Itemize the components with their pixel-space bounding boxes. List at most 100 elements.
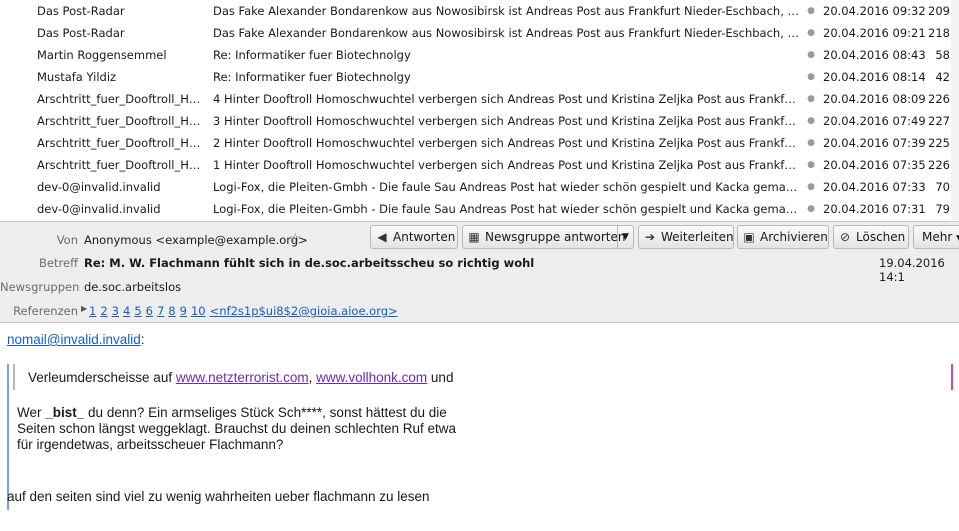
message-row[interactable]: Martin Roggensemmel Re: Informatiker fue…: [0, 44, 959, 66]
message-row[interactable]: Mustafa Yildiz Re: Informatiker fuer Bio…: [0, 66, 959, 88]
message-subject: Logi-Fox, die Pleiten-Gmbh - Die faule S…: [213, 202, 803, 216]
message-from: Arschtritt_fuer_Dooftroll_Homoschwuchtel: [37, 136, 202, 150]
archive-button[interactable]: ▣ Archivieren: [737, 225, 829, 249]
message-row[interactable]: Arschtritt_fuer_Dooftroll_Homoschwuchtel…: [0, 88, 959, 110]
reply-newsgroup-label: Newsgruppe antworten: [485, 230, 626, 244]
references-list: 1 2 3 4 5 6 7 8 9 10 <nf2s1p$ui8$2@gioia.aioe.org>: [89, 304, 402, 318]
delete-icon: ⊘: [839, 230, 851, 244]
read-status-icon[interactable]: ●: [806, 198, 816, 220]
message-row[interactable]: Das Post-Radar Das Fake Alexander Bondar…: [0, 22, 959, 44]
message-from: Das Post-Radar: [37, 4, 125, 18]
quote2-separator: ,: [308, 370, 317, 385]
reference-link[interactable]: 1: [89, 304, 96, 318]
quote2-line: Verleumderscheisse auf www.netzterrorist…: [28, 370, 453, 386]
quote1-text-a: Wer: [17, 405, 46, 420]
quote2-suffix: und: [427, 370, 454, 385]
forward-label: Weiterleiten: [661, 230, 734, 244]
message-row[interactable]: dev-0@invalid.invalid Logi-Fox, die Plei…: [0, 176, 959, 198]
message-size: 209: [928, 4, 950, 18]
subject-value: Re: M. W. Flachmann fühlt sich in de.soc…: [84, 256, 535, 270]
message-date: 20.04.2016 07:39: [823, 136, 926, 150]
netzterrorist-link[interactable]: www.netzterrorist.com: [176, 370, 309, 385]
reply-arrow-icon: ◀: [377, 230, 387, 244]
newsgroups-label: Newsgruppen: [0, 280, 80, 294]
read-status-icon[interactable]: ●: [806, 132, 816, 154]
forward-button[interactable]: ➔ Weiterleiten: [638, 225, 734, 249]
delete-label: Löschen: [856, 230, 906, 244]
quote2-prefix: Verleumderscheisse auf: [28, 370, 176, 385]
message-header-pane: Von Anonymous <example@example.org> ☆ ◀ A…: [0, 221, 959, 323]
expand-triangle-icon[interactable]: ▶: [81, 304, 87, 313]
references-label: Referenzen: [13, 304, 78, 318]
message-subject: Re: Informatiker fuer Biotechnolgy: [213, 48, 411, 62]
reference-link[interactable]: 4: [123, 304, 130, 318]
reference-link[interactable]: 2: [100, 304, 107, 318]
reference-link[interactable]: 6: [146, 304, 153, 318]
message-from: Martin Roggensemmel: [37, 48, 167, 62]
newsgroups-value[interactable]: de.soc.arbeitslos: [84, 280, 181, 294]
reference-link[interactable]: 3: [112, 304, 119, 318]
message-size: 70: [935, 180, 950, 194]
reply-text: auf den seiten sind viel zu wenig wahrhe…: [7, 489, 430, 504]
message-date: 20.04.2016 08:09: [823, 92, 926, 106]
message-size: 227: [928, 114, 950, 128]
message-from: dev-0@invalid.invalid: [37, 180, 161, 194]
quote-right-bar: [951, 364, 953, 390]
read-status-icon[interactable]: ●: [806, 176, 816, 198]
reference-link[interactable]: 9: [180, 304, 187, 318]
message-list: Das Post-Radar Das Fake Alexander Bondar…: [0, 0, 959, 220]
message-subject: Das Fake Alexander Bondarenkow aus Nowos…: [213, 26, 803, 40]
quote1-line-1: Wer _bist_ du denn? Ein armseliges Stück…: [17, 405, 447, 421]
message-from: Das Post-Radar: [37, 26, 125, 40]
attribution-suffix: :: [140, 332, 145, 347]
delete-button[interactable]: ⊘ Löschen: [833, 225, 909, 249]
message-date: 20.04.2016 08:43: [823, 48, 926, 62]
read-status-icon[interactable]: ●: [806, 66, 816, 88]
quote1-emphasis: _bist_: [45, 405, 85, 420]
reference-msgid-link[interactable]: <nf2s1p$ui8$2@gioia.aioe.org>: [210, 304, 398, 318]
message-row[interactable]: Arschtritt_fuer_Dooftroll_Homoschwuchtel…: [0, 132, 959, 154]
message-from: dev-0@invalid.invalid: [37, 202, 161, 216]
message-row[interactable]: Das Post-Radar Das Fake Alexander Bondar…: [0, 0, 959, 22]
message-size: 218: [928, 26, 950, 40]
newsgroup-icon: ▦: [468, 230, 480, 244]
message-size: 226: [928, 158, 950, 172]
message-subject: 3 Hinter Dooftroll Homoschwuchtel verber…: [213, 114, 803, 128]
message-row[interactable]: Arschtritt_fuer_Dooftroll_Homoschwuchtel…: [0, 154, 959, 176]
more-button[interactable]: Mehr ▼: [913, 225, 959, 249]
from-value[interactable]: Anonymous <example@example.org>: [84, 233, 308, 247]
read-status-icon[interactable]: ●: [806, 44, 816, 66]
message-from: Arschtritt_fuer_Dooftroll_Homoschwuchtel: [37, 158, 202, 172]
from-label: Von: [56, 233, 78, 247]
reference-link[interactable]: 5: [134, 304, 141, 318]
message-date: 20.04.2016 09:32: [823, 4, 926, 18]
message-size: 225: [928, 136, 950, 150]
read-status-icon[interactable]: ●: [806, 110, 816, 132]
attribution-email-link[interactable]: nomail@invalid.invalid: [7, 332, 141, 347]
reference-link[interactable]: 10: [191, 304, 206, 318]
chevron-down-icon[interactable]: ▼: [617, 226, 633, 248]
list-scrollbar[interactable]: [951, 0, 959, 220]
message-size: 42: [935, 70, 950, 84]
archive-label: Archivieren: [760, 230, 828, 244]
archive-icon: ▣: [743, 230, 755, 244]
message-subject: Das Fake Alexander Bondarenkow aus Nowos…: [213, 4, 803, 18]
reference-link[interactable]: 8: [168, 304, 175, 318]
message-subject: Logi-Fox, die Pleiten-Gmbh - Die faule S…: [213, 180, 803, 194]
quote-level-2: Verleumderscheisse auf www.netzterrorist…: [13, 364, 953, 390]
read-status-icon[interactable]: ●: [806, 154, 816, 176]
reply-button[interactable]: ◀ Antworten: [370, 225, 458, 249]
message-size: 58: [935, 48, 950, 62]
forward-arrow-icon: ➔: [644, 230, 656, 244]
reply-label: Antworten: [393, 230, 456, 244]
message-row[interactable]: dev-0@invalid.invalid Logi-Fox, die Plei…: [0, 198, 959, 220]
reply-newsgroup-button[interactable]: ▦ Newsgruppe antworten ▼: [462, 225, 634, 249]
read-status-icon[interactable]: ●: [806, 22, 816, 44]
read-status-icon[interactable]: ●: [806, 0, 816, 22]
date-value: 19.04.2016 14:1: [879, 256, 945, 284]
star-icon[interactable]: ☆: [289, 231, 302, 247]
message-row[interactable]: Arschtritt_fuer_Dooftroll_Homoschwuchtel…: [0, 110, 959, 132]
read-status-icon[interactable]: ●: [806, 88, 816, 110]
reference-link[interactable]: 7: [157, 304, 164, 318]
vollhonk-link[interactable]: www.vollhonk.com: [316, 370, 427, 385]
